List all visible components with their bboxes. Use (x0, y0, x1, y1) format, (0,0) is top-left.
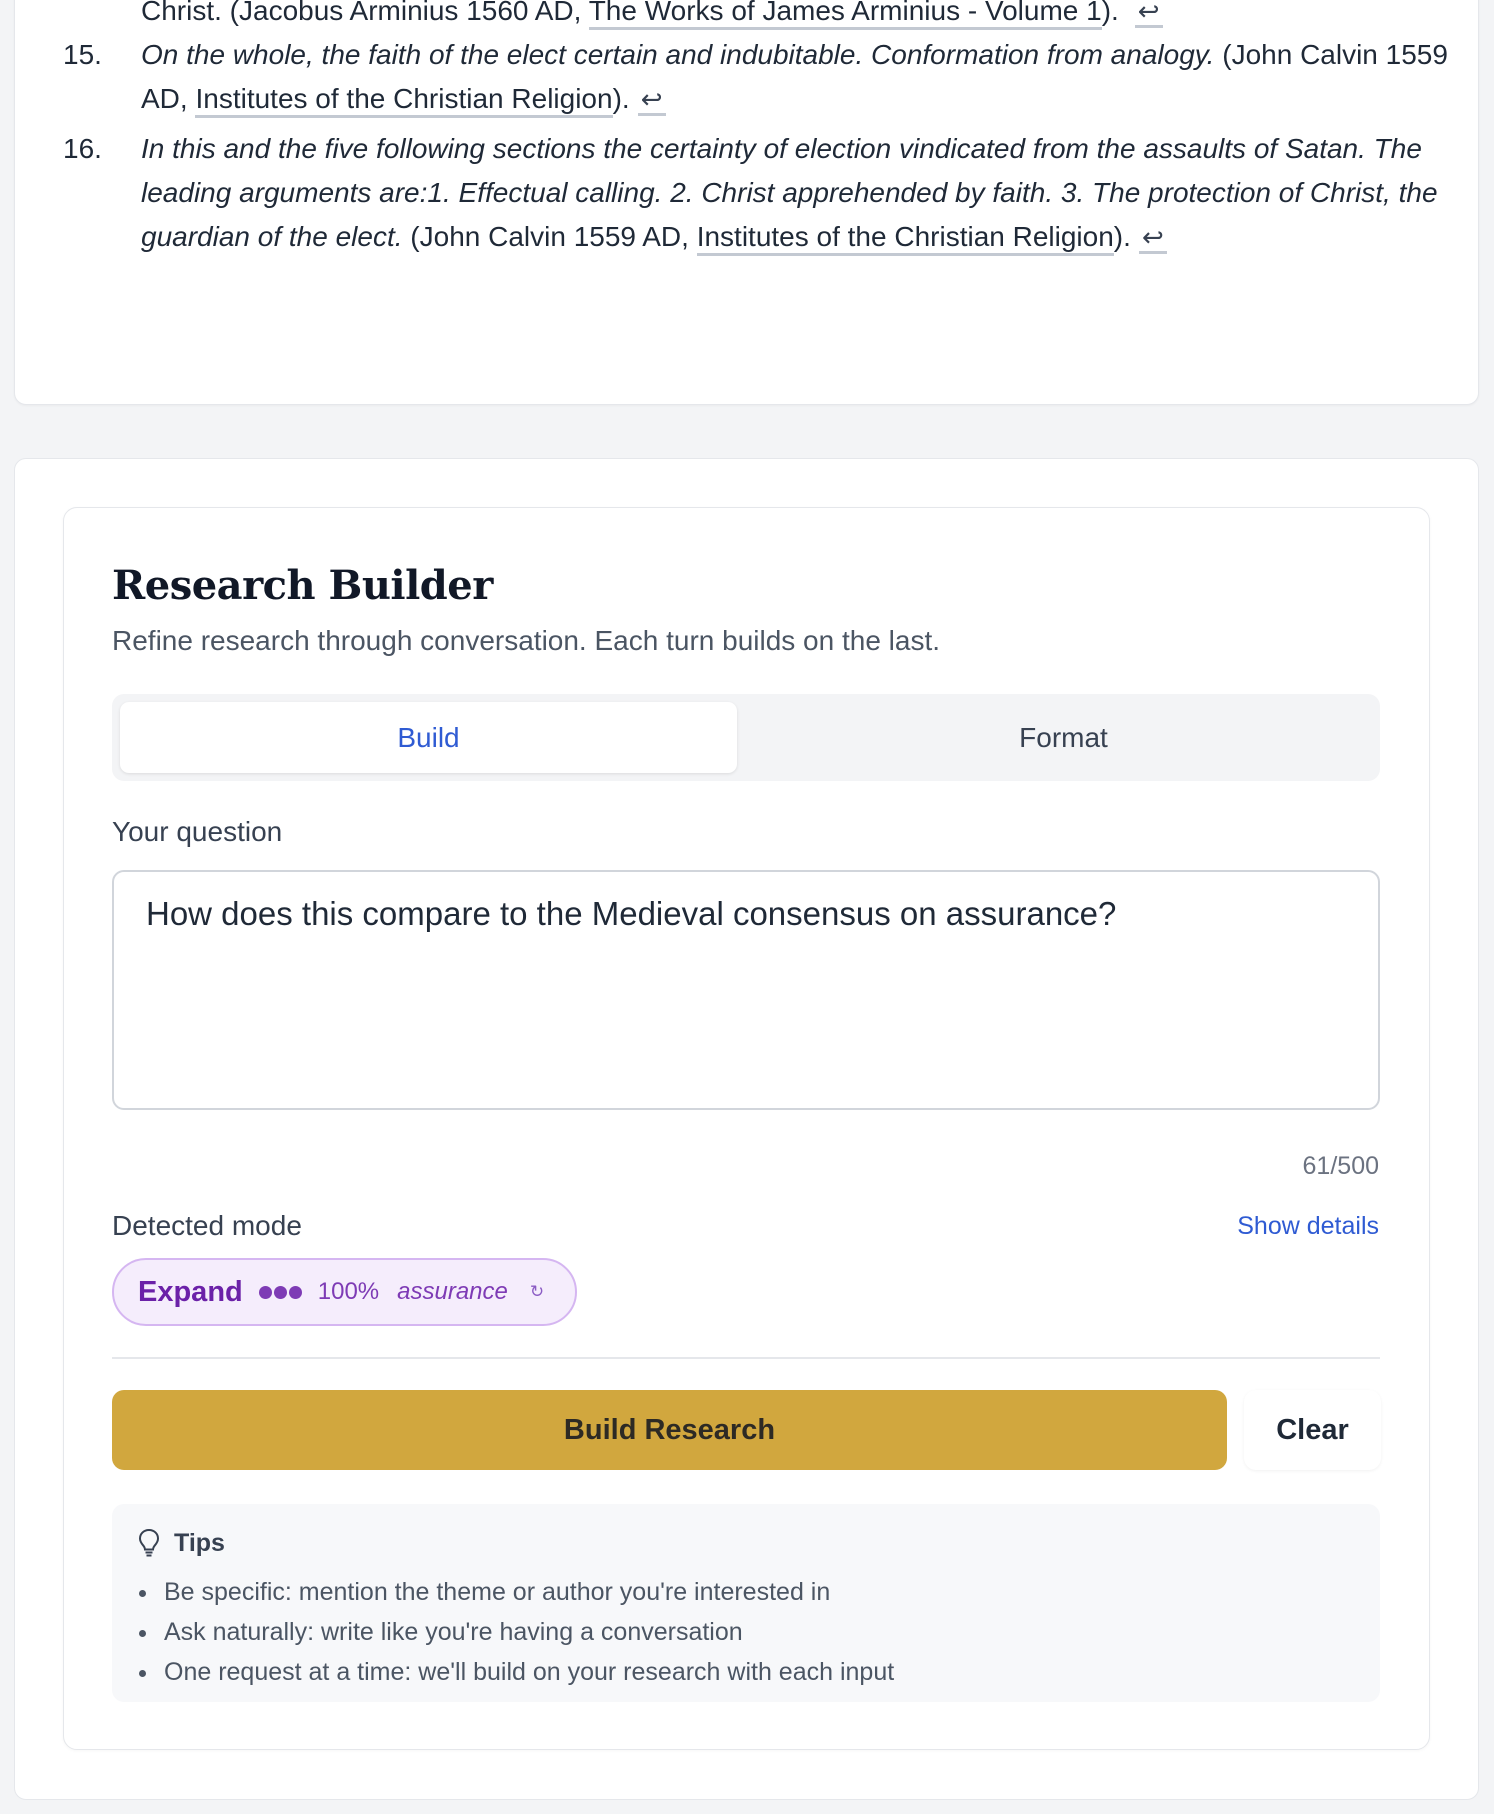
tips-title: Tips (174, 1528, 225, 1557)
tips-header: Tips (138, 1528, 225, 1558)
show-details-link[interactable]: Show details (1237, 1212, 1379, 1241)
confidence-dot (273, 1285, 287, 1299)
footnote-body: On the whole, the faith of the elect cer… (141, 33, 1448, 121)
tips-list: Be specific: mention the theme or author… (160, 1572, 894, 1692)
mode-name: Expand (138, 1275, 243, 1308)
character-counter: 61/500 (1302, 1152, 1379, 1180)
footnote-number: 16. (63, 133, 102, 164)
tab-format[interactable]: Format (755, 702, 1372, 773)
footnote-number: 15. (63, 39, 102, 70)
footnote-body: In this and the five following sections … (141, 127, 1448, 259)
footnote-14-source-link[interactable]: The Works of James Arminius - Volume 1 (588, 0, 1102, 30)
footnote-15-backref[interactable]: ↩ (637, 85, 666, 116)
confidence-dot (258, 1285, 272, 1299)
confidence-dot (288, 1285, 302, 1299)
tab-build[interactable]: Build (120, 702, 737, 773)
clear-button[interactable]: Clear (1244, 1390, 1381, 1470)
footnote-14-tail: Christ. (Jacobus Arminius 1560 AD, The W… (141, 0, 1163, 33)
question-input[interactable]: How does this compare to the Medieval co… (112, 870, 1380, 1110)
footnote-15-source-link[interactable]: Institutes of the Christian Religion (195, 83, 613, 118)
research-builder-subtitle: Refine research through conversation. Ea… (112, 625, 941, 656)
tip-item: Be specific: mention the theme or author… (160, 1572, 894, 1612)
build-research-button[interactable]: Build Research (112, 1390, 1227, 1470)
tip-item: One request at a time: we'll build on yo… (160, 1652, 894, 1692)
footnote-16-source-link[interactable]: Institutes of the Christian Religion (696, 221, 1114, 256)
refresh-icon[interactable]: ↻ (530, 1282, 544, 1302)
footnote-16: 16. In this and the five following secti… (63, 127, 1448, 259)
mode-term: assurance (397, 1278, 508, 1305)
mode-tabs: Build Format (112, 694, 1380, 781)
tips-panel: Tips Be specific: mention the theme or a… (112, 1504, 1380, 1702)
research-builder-section: Research Builder Refine research through… (14, 458, 1479, 1800)
research-builder-card: Research Builder Refine research through… (63, 507, 1430, 1750)
footnote-14-backref[interactable]: ↩ (1134, 0, 1163, 28)
tip-item: Ask naturally: write like you're having … (160, 1612, 894, 1652)
detected-mode-badge[interactable]: Expand 100% assurance ↻ (112, 1258, 577, 1326)
confidence-dots (258, 1285, 304, 1299)
mode-confidence-percent: 100% (317, 1278, 380, 1305)
question-label: Your question (112, 816, 283, 847)
detected-mode-label: Detected mode (112, 1210, 302, 1241)
lightbulb-icon (138, 1528, 160, 1557)
footnotes-card: Christ. (Jacobus Arminius 1560 AD, The W… (14, 0, 1479, 405)
divider (112, 1357, 1380, 1359)
footnote-15: 15. On the whole, the faith of the elect… (63, 33, 1448, 121)
footnote-16-backref[interactable]: ↩ (1138, 223, 1167, 254)
research-builder-title: Research Builder (112, 562, 493, 609)
